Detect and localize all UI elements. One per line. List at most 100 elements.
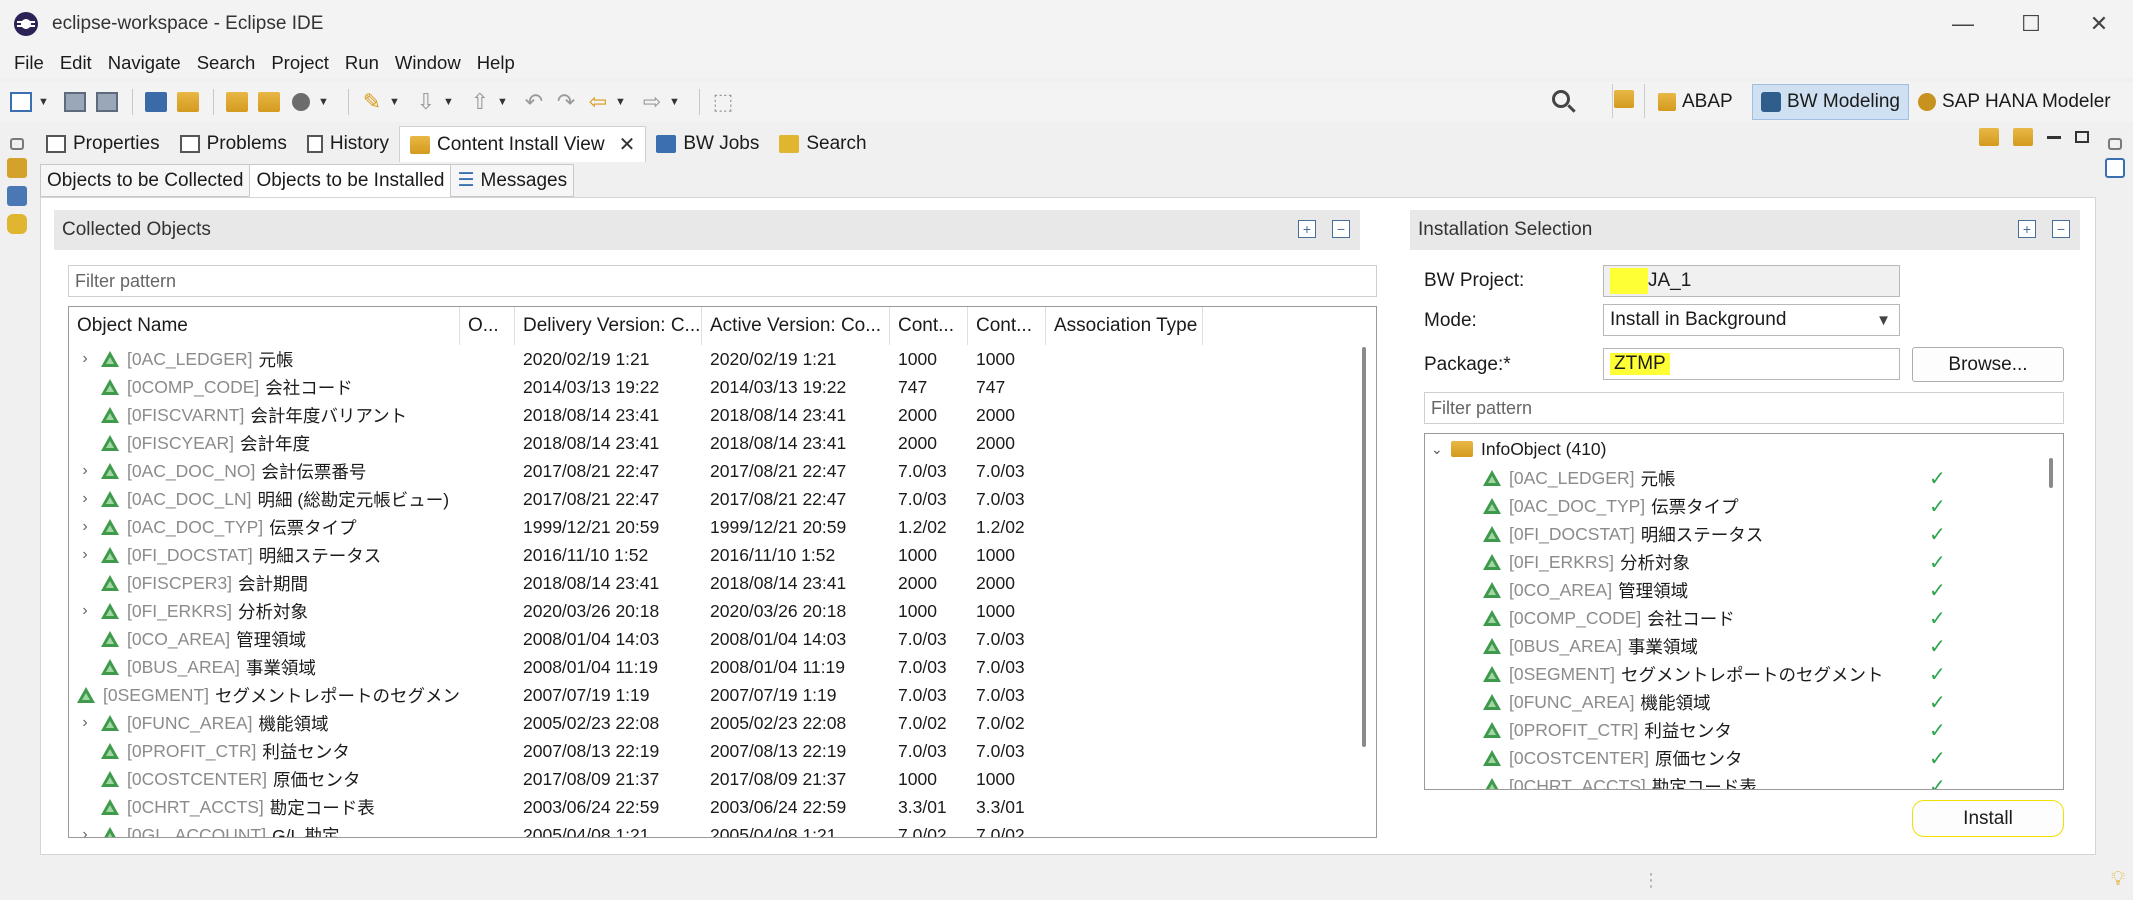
quick-action-dropdown[interactable]: ▼: [389, 96, 401, 108]
tab-search[interactable]: Search: [769, 126, 876, 162]
subtab-objects-to-be-collected[interactable]: Objects to be Collected: [40, 164, 251, 197]
save-all-button[interactable]: [92, 87, 122, 117]
table-row[interactable]: › [0GL_ACCOUNT] G/L 勘定 2005/04/08 1:21 2005/…: [69, 821, 1359, 837]
back-dropdown[interactable]: ▼: [615, 96, 627, 108]
tree-scrollbar[interactable]: [2049, 458, 2053, 488]
perspective-hana-modeler[interactable]: SAP HANA Modeler: [1910, 84, 2119, 120]
install-expand-all-icon[interactable]: +: [2018, 220, 2036, 238]
forward-button[interactable]: ⇨: [637, 87, 667, 117]
tip-lightbulb-icon[interactable]: 💡︎: [2111, 868, 2125, 891]
restore-right-icon[interactable]: [2108, 138, 2122, 150]
quick-action-button[interactable]: ✎: [357, 87, 387, 117]
open-object-button[interactable]: [222, 87, 252, 117]
maximize-view-icon[interactable]: [2075, 131, 2089, 143]
col-object-name[interactable]: Object Name: [69, 307, 460, 345]
outline-icon[interactable]: [7, 186, 27, 206]
browse-button[interactable]: Browse...: [1912, 347, 2064, 382]
quick-search-button[interactable]: [1552, 90, 1570, 114]
mode-select[interactable]: Install in Background ▼: [1603, 304, 1900, 336]
col-cont-1[interactable]: Cont...: [890, 307, 968, 345]
table-row[interactable]: [0PROFIT_CTR] 利益センタ 2007/08/13 22:19 2007/0…: [69, 737, 1359, 765]
tree-item[interactable]: [0COSTCENTER] 原価センタ ✓: [1425, 744, 2063, 772]
tree-item[interactable]: [0PROFIT_CTR] 利益センタ ✓: [1425, 716, 2063, 744]
minimize-view-icon[interactable]: [2047, 135, 2061, 139]
table-row[interactable]: › [0FI_ERKRS] 分析対象 2020/03/26 20:18 2020/03/…: [69, 597, 1359, 625]
tree-item[interactable]: [0SEGMENT] セグメントレポートのセグメント ✓: [1425, 660, 2063, 688]
subtab-objects-to-be-installed[interactable]: Objects to be Installed: [249, 164, 452, 197]
new-button[interactable]: [6, 87, 36, 117]
collapse-all-icon[interactable]: −: [1332, 220, 1350, 238]
table-row[interactable]: › [0AC_DOC_NO] 会計伝票番号 2017/08/21 22:47 2017/…: [69, 457, 1359, 485]
tree-item[interactable]: [0FI_DOCSTAT] 明細ステータス ✓: [1425, 520, 2063, 548]
expand-icon[interactable]: ›: [73, 826, 97, 837]
last-edit-button[interactable]: ↶: [519, 87, 549, 117]
open-console-button[interactable]: [141, 87, 171, 117]
tree-item[interactable]: [0BUS_AREA] 事業領域 ✓: [1425, 632, 2063, 660]
col-delivery-version[interactable]: Delivery Version: C...: [515, 307, 702, 345]
perspective-abap[interactable]: ABAP: [1650, 84, 1741, 120]
table-row[interactable]: › [0AC_DOC_TYP] 伝票タイプ 1999/12/21 20:59 1999/…: [69, 513, 1359, 541]
close-tab-icon[interactable]: ✕: [619, 132, 636, 157]
col-active-version[interactable]: Active Version: Co...: [702, 307, 890, 345]
save-button[interactable]: [60, 87, 90, 117]
expand-icon[interactable]: ›: [73, 518, 97, 536]
table-row[interactable]: › [0AC_DOC_LN] 明細 (総勘定元帳ビュー) 2017/08/21 22:…: [69, 485, 1359, 513]
perspective-bw-modeling[interactable]: BW Modeling: [1752, 84, 1909, 120]
table-row[interactable]: [0CO_AREA] 管理領域 2008/01/04 14:03 2008/01/04…: [69, 625, 1359, 653]
open-perspective-button[interactable]: [1614, 90, 1634, 114]
install-collapse-all-icon[interactable]: −: [2052, 220, 2070, 238]
table-row[interactable]: › [0FUNC_AREA] 機能領域 2005/02/23 22:08 2005/02…: [69, 709, 1359, 737]
tree-item[interactable]: [0FUNC_AREA] 機能領域 ✓: [1425, 688, 2063, 716]
menu-project[interactable]: Project: [263, 52, 337, 74]
restore-icon[interactable]: [10, 138, 24, 150]
pin-editor-button[interactable]: ⬚: [708, 87, 738, 117]
next-annotation-dropdown[interactable]: ▼: [443, 96, 455, 108]
new-dropdown[interactable]: ▼: [38, 96, 50, 108]
run-config-dropdown[interactable]: ▼: [318, 96, 330, 108]
expand-icon[interactable]: ›: [73, 602, 97, 620]
expand-icon[interactable]: ›: [73, 714, 97, 732]
database-icon[interactable]: [7, 214, 27, 234]
forward-dropdown[interactable]: ▼: [669, 96, 681, 108]
forward-edit-button[interactable]: ↷: [551, 87, 581, 117]
close-window-button[interactable]: ✕: [2065, 0, 2133, 48]
menu-window[interactable]: Window: [387, 52, 469, 74]
prev-annotation-button[interactable]: ⇧: [465, 87, 495, 117]
collected-filter-input[interactable]: Filter pattern: [68, 265, 1377, 297]
next-annotation-button[interactable]: ⇩: [411, 87, 441, 117]
view-folder-icon[interactable]: [1979, 128, 1999, 146]
table-row[interactable]: [0SEGMENT] セグメントレポートのセグメント 2007/07/19 1:19…: [69, 681, 1359, 709]
table-row[interactable]: [0FISCVARNT] 会計年度バリアント 2018/08/14 23:41 201…: [69, 401, 1359, 429]
table-row[interactable]: [0FISCYEAR] 会計年度 2018/08/14 23:41 2018/08/1…: [69, 429, 1359, 457]
tab-properties[interactable]: Properties: [36, 126, 170, 162]
tab-history[interactable]: History: [297, 126, 399, 162]
expand-icon[interactable]: ›: [73, 546, 97, 564]
table-row[interactable]: › [0FI_DOCSTAT] 明細ステータス 2016/11/10 1:52 2016…: [69, 541, 1359, 569]
installation-filter-input[interactable]: Filter pattern: [1424, 392, 2064, 424]
table-row[interactable]: › [0AC_LEDGER] 元帳 2020/02/19 1:21 2020/02/19…: [69, 345, 1359, 373]
col-cont-2[interactable]: Cont...: [968, 307, 1046, 345]
project-explorer-icon[interactable]: [7, 158, 27, 178]
col-o[interactable]: O...: [460, 307, 515, 345]
tree-item[interactable]: [0COMP_CODE] 会社コード ✓: [1425, 604, 2063, 632]
expand-icon[interactable]: ›: [73, 490, 97, 508]
properties-trim-icon[interactable]: [2105, 158, 2125, 178]
table-row[interactable]: [0CHRT_ACCTS] 勘定コード表 2003/06/24 22:59 2003/…: [69, 793, 1359, 821]
expand-all-icon[interactable]: +: [1298, 220, 1316, 238]
tree-root[interactable]: ⌄ InfoObject (410): [1425, 434, 2063, 464]
package-field[interactable]: ZTMP: [1603, 348, 1900, 380]
expand-icon[interactable]: ›: [73, 462, 97, 480]
run-config-button[interactable]: [286, 87, 316, 117]
maximize-button[interactable]: ☐: [1997, 0, 2065, 48]
table-row[interactable]: [0COSTCENTER] 原価センタ 2017/08/09 21:37 2017/0…: [69, 765, 1359, 793]
back-button[interactable]: ⇦: [583, 87, 613, 117]
table-row[interactable]: [0COMP_CODE] 会社コード 2014/03/13 19:22 2014/03…: [69, 373, 1359, 401]
menu-help[interactable]: Help: [469, 52, 523, 74]
bw-project-field[interactable]: JA_1: [1603, 265, 1900, 297]
menu-file[interactable]: File: [6, 52, 52, 74]
subtab-messages[interactable]: ☰ Messages: [450, 164, 575, 197]
tab-bw-jobs[interactable]: BW Jobs: [646, 126, 769, 162]
menu-navigate[interactable]: Navigate: [100, 52, 189, 74]
prev-annotation-dropdown[interactable]: ▼: [497, 96, 509, 108]
tree-item[interactable]: [0FI_ERKRS] 分析対象 ✓: [1425, 548, 2063, 576]
